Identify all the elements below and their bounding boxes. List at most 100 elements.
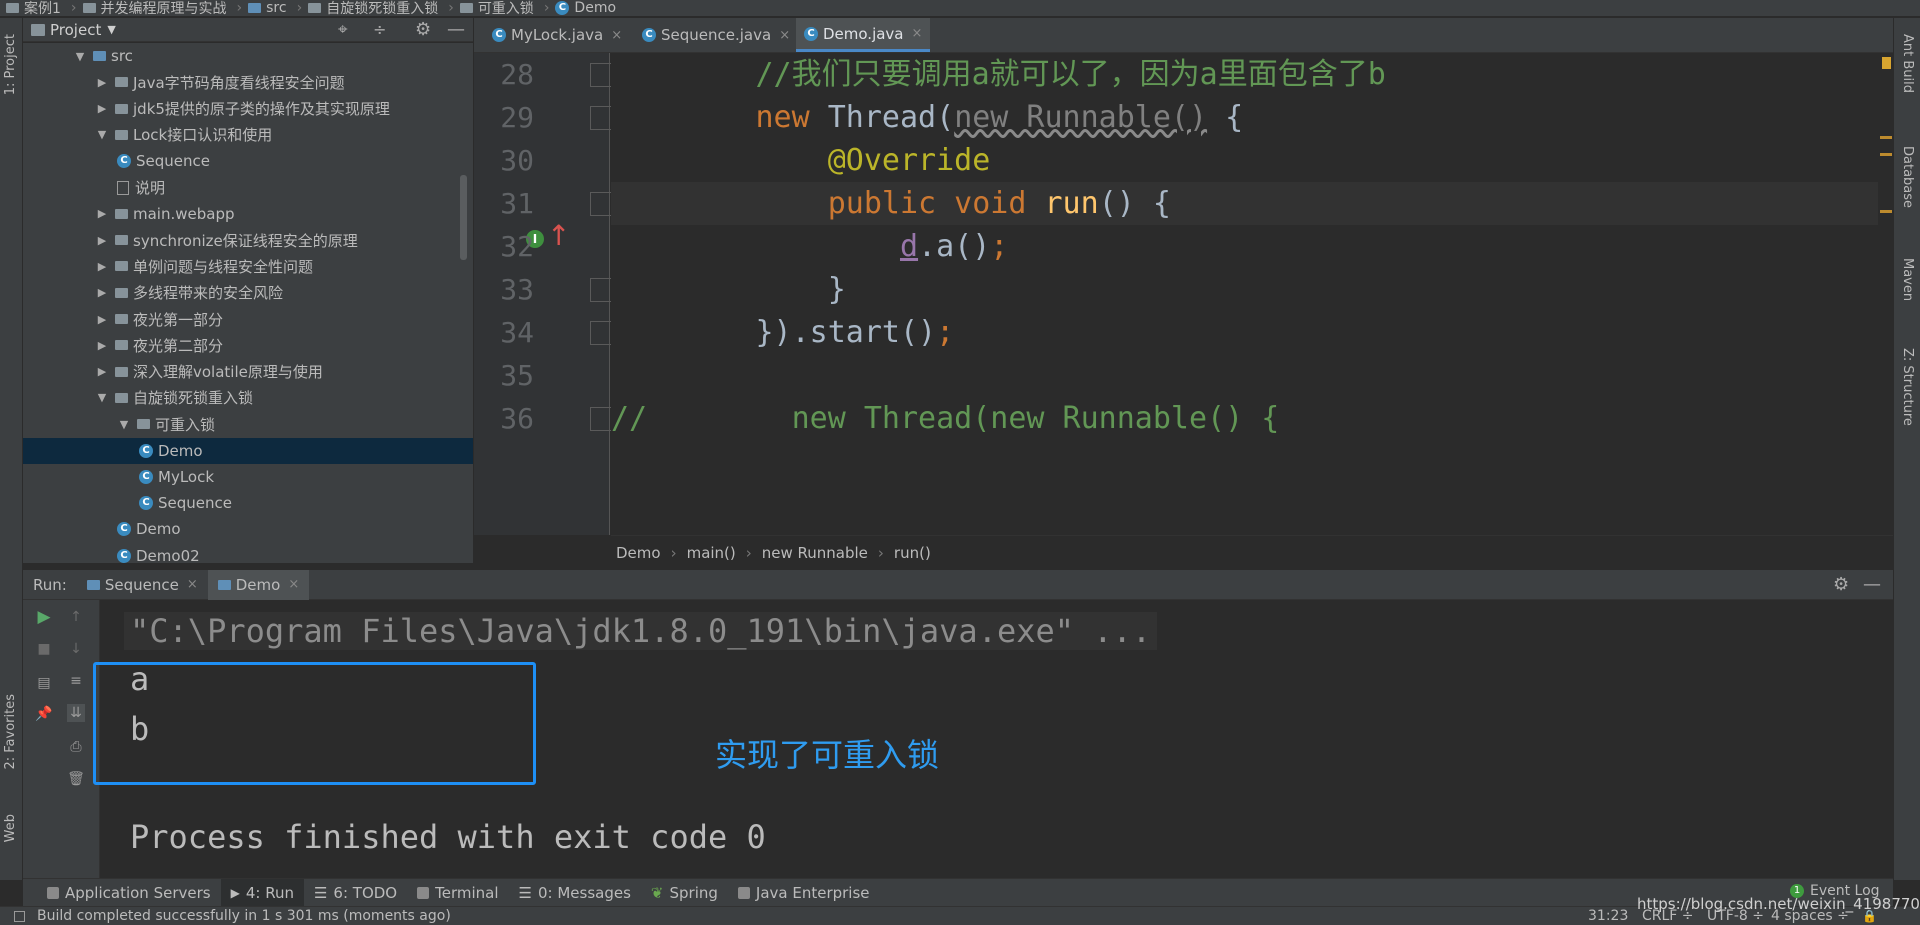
- editor-crumb-class[interactable]: Demo: [616, 544, 661, 562]
- gear-icon[interactable]: ⚙: [415, 19, 431, 40]
- rerun-icon[interactable]: ▶: [35, 608, 53, 626]
- close-icon[interactable]: ×: [187, 577, 198, 592]
- editor-crumb-anonymous[interactable]: new Runnable: [762, 544, 868, 562]
- tree-item[interactable]: C Sequence: [23, 148, 473, 174]
- tab-demo[interactable]: C Demo.java ×: [796, 18, 931, 52]
- favorites-tool-button[interactable]: 2: Favorites: [3, 694, 18, 770]
- chevron-right-icon[interactable]: ▶: [95, 286, 109, 299]
- tree-item[interactable]: C Sequence: [23, 490, 473, 516]
- tree-item[interactable]: 说明: [23, 175, 473, 201]
- fold-marker-icon[interactable]: [590, 106, 612, 130]
- breadcrumb-item-src[interactable]: src: [248, 0, 287, 16]
- warning-marker[interactable]: [1880, 153, 1892, 156]
- trash-icon[interactable]: 🗑: [67, 770, 85, 788]
- tool-run[interactable]: ▶ 4: Run: [220, 878, 304, 907]
- breadcrumb-item-package[interactable]: 自旋锁死锁重入锁: [308, 0, 438, 16]
- breadcrumb-item-project[interactable]: 案例1: [6, 0, 61, 16]
- fold-marker-icon[interactable]: [590, 321, 612, 345]
- print-icon[interactable]: ⎙: [67, 738, 85, 756]
- tree-item[interactable]: C Demo: [23, 516, 473, 542]
- hide-panel-icon[interactable]: —: [447, 19, 465, 40]
- chevron-down-icon[interactable]: ▼: [73, 50, 87, 63]
- chevron-right-icon[interactable]: ▶: [95, 365, 109, 378]
- tool-application-servers[interactable]: Application Servers: [37, 879, 221, 907]
- project-view-selector[interactable]: Project: [50, 21, 101, 39]
- chevron-down-icon[interactable]: ▼: [107, 23, 115, 36]
- caret-position[interactable]: 31:23: [1588, 908, 1628, 924]
- tree-item[interactable]: ▼ Lock接口认识和使用: [23, 122, 473, 148]
- tree-item[interactable]: ▶ synchronize保证线程安全的原理: [23, 227, 473, 253]
- run-tab-sequence[interactable]: Sequence ×: [77, 570, 208, 600]
- run-tab-demo[interactable]: Demo ×: [207, 569, 310, 600]
- tree-item[interactable]: ▶ 夜光第一部分: [23, 306, 473, 332]
- ant-build-tool-button[interactable]: Ant Build: [1900, 34, 1915, 93]
- breadcrumb-item-subpackage[interactable]: 可重入锁: [459, 0, 534, 16]
- tree-item[interactable]: ▶ 夜光第二部分: [23, 332, 473, 358]
- editor-crumb-method[interactable]: main(): [687, 544, 736, 562]
- tool-terminal[interactable]: Terminal: [407, 879, 508, 907]
- soft-wrap-icon[interactable]: ≡: [67, 672, 85, 690]
- tree-item[interactable]: ▼ src: [23, 43, 473, 69]
- chevron-right-icon[interactable]: ▶: [95, 313, 109, 326]
- arrow-up-icon[interactable]: ↑: [67, 608, 85, 626]
- editor-crumb-run[interactable]: run(): [894, 544, 931, 562]
- overrides-up-arrow-icon[interactable]: ↑: [547, 221, 570, 251]
- status-toggle-icon[interactable]: [14, 910, 25, 922]
- breadcrumb-item-class[interactable]: C Demo: [555, 0, 616, 16]
- chevron-right-icon[interactable]: ▶: [95, 260, 109, 273]
- collapse-all-icon[interactable]: ÷: [373, 20, 386, 39]
- chevron-down-icon[interactable]: ▼: [117, 418, 131, 431]
- tree-item[interactable]: C Demo02: [23, 543, 473, 563]
- tree-item[interactable]: C Demo: [23, 437, 473, 464]
- inspection-status-icon[interactable]: [1882, 57, 1891, 69]
- web-tool-button[interactable]: Web: [3, 814, 18, 842]
- chevron-right-icon[interactable]: ▶: [95, 102, 109, 115]
- tree-item[interactable]: ▶ Java字节码角度看线程安全问题: [23, 69, 473, 95]
- close-icon[interactable]: ×: [611, 28, 622, 43]
- tool-todo[interactable]: ☰ 6: TODO: [304, 879, 407, 907]
- fold-marker-icon[interactable]: [590, 192, 612, 216]
- breadcrumb-item-module[interactable]: 并发编程原理与实战: [82, 0, 227, 16]
- fold-marker-icon[interactable]: [590, 278, 612, 302]
- maven-tool-button[interactable]: Maven: [1900, 258, 1915, 301]
- tree-item[interactable]: ▶ jdk5提供的原子类的操作及其实现原理: [23, 96, 473, 122]
- close-icon[interactable]: ×: [779, 28, 790, 43]
- editor-scrollbar[interactable]: [1878, 53, 1893, 535]
- project-tool-button[interactable]: 1: Project: [3, 34, 18, 95]
- chevron-right-icon[interactable]: ▶: [95, 234, 109, 247]
- stop-icon[interactable]: ■: [35, 640, 53, 658]
- database-tool-button[interactable]: Database: [1900, 146, 1915, 208]
- tool-spring[interactable]: ❦ Spring: [641, 879, 728, 907]
- tab-sequence[interactable]: C Sequence.java ×: [634, 18, 798, 52]
- chevron-down-icon[interactable]: ▼: [95, 391, 109, 404]
- tree-item[interactable]: ▶ 多线程带来的安全风险: [23, 280, 473, 306]
- chevron-right-icon[interactable]: ▶: [95, 339, 109, 352]
- tree-item[interactable]: ▶ 深入理解volatile原理与使用: [23, 359, 473, 385]
- warning-marker[interactable]: [1880, 210, 1892, 213]
- tool-java-enterprise[interactable]: Java Enterprise: [728, 879, 880, 907]
- chevron-right-icon[interactable]: ▶: [95, 76, 109, 89]
- layout-icon[interactable]: ▤: [35, 674, 53, 692]
- gear-icon[interactable]: ⚙: [1833, 574, 1849, 595]
- tab-mylock[interactable]: C MyLock.java ×: [484, 18, 630, 52]
- chevron-right-icon[interactable]: ▶: [95, 207, 109, 220]
- arrow-down-icon[interactable]: ↓: [67, 640, 85, 658]
- scroll-to-end-icon[interactable]: ⇊: [67, 704, 85, 722]
- hide-panel-icon[interactable]: —: [1863, 574, 1881, 595]
- project-scrollbar[interactable]: [460, 175, 467, 260]
- warning-marker[interactable]: [1880, 136, 1892, 139]
- tree-item[interactable]: ▼ 自旋锁死锁重入锁: [23, 385, 473, 411]
- code-editor[interactable]: //我们只要调用a就可以了，因为a里面包含了b new Thread(new R…: [611, 53, 1893, 535]
- tree-item[interactable]: ▶ 单例问题与线程安全性问题: [23, 253, 473, 279]
- close-icon[interactable]: ×: [288, 577, 299, 592]
- close-icon[interactable]: ×: [912, 26, 923, 41]
- fold-marker-icon[interactable]: [590, 407, 612, 431]
- fold-marker-icon[interactable]: [590, 63, 612, 87]
- tool-messages[interactable]: ☰ 0: Messages: [509, 879, 641, 907]
- structure-tool-button[interactable]: Z: Structure: [1900, 348, 1915, 426]
- tree-item[interactable]: ▶ main.webapp: [23, 201, 473, 227]
- chevron-down-icon[interactable]: ▼: [95, 128, 109, 141]
- tree-item[interactable]: C MyLock: [23, 464, 473, 490]
- pin-icon[interactable]: 📌: [35, 705, 53, 723]
- tree-item[interactable]: ▼ 可重入锁: [23, 411, 473, 437]
